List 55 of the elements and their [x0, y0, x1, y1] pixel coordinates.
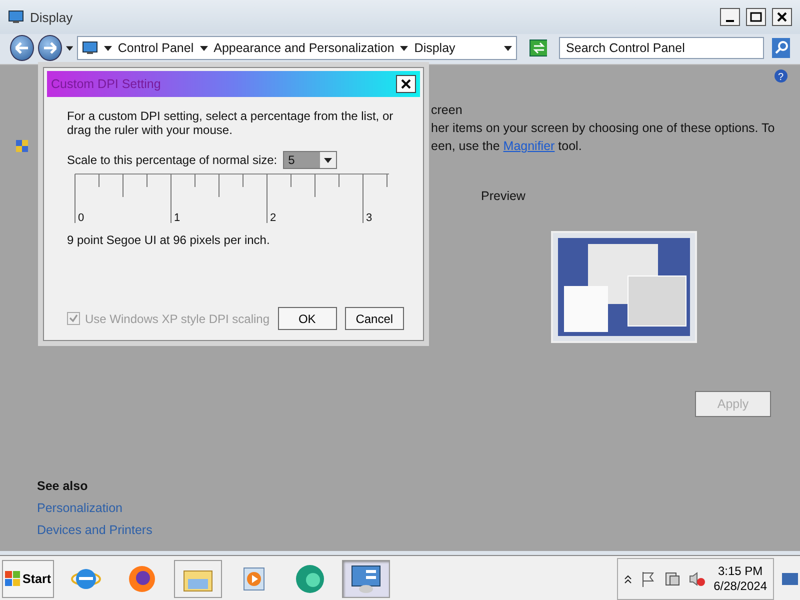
see-also-heading: See also	[37, 479, 89, 493]
maximize-icon	[750, 12, 762, 22]
forward-button[interactable]	[38, 35, 62, 61]
search-icon[interactable]	[772, 38, 790, 58]
minimize-icon	[726, 20, 734, 22]
dropdown-caret-icon	[504, 46, 512, 50]
scale-label: Scale to this percentage of normal size:	[67, 153, 278, 167]
dialog-button[interactable]: Cancel	[344, 307, 404, 330]
refresh-icon[interactable]	[528, 39, 548, 57]
monitor-icon	[82, 41, 98, 55]
sample-text: 9 point Segoe UI at 96 pixels per inch.	[67, 233, 271, 247]
minimize-button[interactable]	[720, 8, 740, 26]
dialog-button[interactable]: OK	[278, 307, 337, 330]
history-caret-icon	[66, 46, 73, 50]
description-fragment: een, use the Magnifier tool.	[431, 139, 583, 153]
four-squares-logo-icon	[5, 570, 21, 586]
speaker-muted-icon[interactable]	[688, 570, 706, 586]
heading-fragment: creen	[431, 103, 464, 117]
monitor-icon	[8, 10, 24, 24]
start-button[interactable]: Start	[2, 560, 54, 598]
caret-icon	[324, 158, 332, 162]
ruler-label: 3	[366, 212, 372, 224]
description-fragment: her items on your screen by choosing one of these options. To	[431, 121, 776, 135]
caret-icon	[400, 46, 408, 50]
play-icon	[241, 564, 267, 592]
scale-combo-box[interactable]: 5	[283, 151, 338, 169]
close-button[interactable]	[772, 8, 792, 26]
arrow-left-icon	[14, 42, 29, 54]
close-icon	[777, 12, 787, 22]
maximize-button[interactable]	[746, 8, 766, 26]
breadcrumb[interactable]: Appearance and Personalization	[214, 41, 394, 55]
taskbar-app-button[interactable]	[342, 560, 390, 598]
show-desktop-icon[interactable]	[782, 572, 798, 584]
back-button[interactable]	[10, 35, 34, 61]
caret-icon	[104, 46, 112, 50]
arrow-right-icon	[42, 42, 57, 54]
window-title: Display	[30, 10, 74, 24]
flag-icon[interactable]	[640, 570, 656, 586]
ruler-label: 2	[270, 212, 276, 224]
search-field[interactable]: Search Control Panel	[559, 37, 764, 59]
breadcrumb[interactable]: Control Panel	[118, 41, 194, 55]
dialog-instructions: For a custom DPI setting, select a percentage from the list, or drag the ruler with your mouse.	[67, 109, 394, 137]
clock[interactable]: 3:15 PM 6/28/2024	[714, 564, 767, 594]
ruler-label: 1	[174, 212, 180, 224]
close-icon	[401, 79, 411, 89]
preview-label: Preview	[481, 189, 526, 203]
caret-icon	[200, 46, 208, 50]
chevron-up-icon[interactable]	[624, 574, 632, 584]
address-field[interactable]: Control Panel Appearance and Personalization Display	[76, 36, 517, 60]
close-button[interactable]	[396, 75, 416, 93]
ruler-label: 0	[78, 212, 84, 224]
ruler-drawing[interactable]: 0 1 2 3	[67, 173, 389, 225]
help-icon[interactable]: ?	[774, 69, 788, 83]
dialog-title: Custom DPI Setting	[51, 77, 161, 91]
breadcrumb[interactable]: Display	[414, 41, 456, 55]
